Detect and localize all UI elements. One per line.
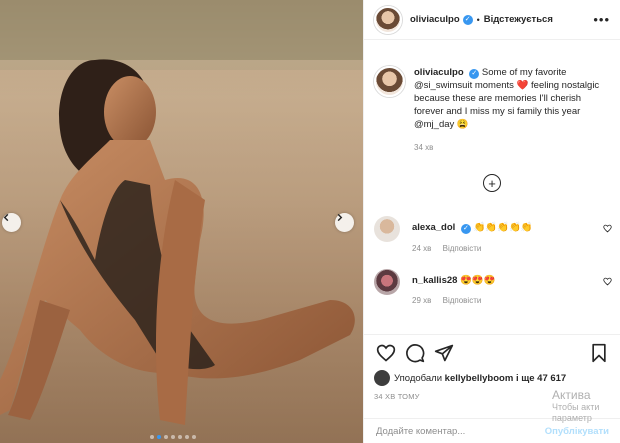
verified-badge-icon: ✓ [462, 14, 473, 25]
post-caption: oliviaculpo ✓ Some of my favorite @si_sw… [364, 40, 620, 154]
next-photo-button[interactable] [335, 213, 354, 232]
carousel-dot-active [157, 435, 161, 439]
photo-illustration [0, 0, 363, 443]
following-button[interactable]: Відстежується [484, 14, 553, 25]
comment-time[interactable]: 24 хв [412, 244, 431, 253]
carousel-dot [171, 435, 175, 439]
caption-username[interactable]: oliviaculpo [414, 67, 464, 78]
liker-username[interactable]: kellybellyboom [445, 373, 514, 384]
author-username[interactable]: oliviaculpo [410, 14, 460, 25]
heart-outline-icon[interactable] [603, 224, 612, 233]
verified-badge-icon: ✓ [460, 224, 471, 234]
carousel-indicator [150, 435, 196, 439]
bookmark-save-icon[interactable] [589, 343, 609, 363]
likes-summary: Уподобали kellybellyboom і ще 47 617 [374, 370, 566, 386]
post-photo[interactable] [0, 0, 363, 443]
comment-body: n_kallis28 😍😍😍 29 хв Відповісти [412, 269, 496, 305]
header-separator: • [476, 14, 480, 25]
commenter-username[interactable]: n_kallis28 [412, 275, 457, 286]
liker-avatar[interactable] [374, 370, 390, 386]
comment-body: alexa_dol ✓ 👏👏👏👏👏 24 хв Відповісти [412, 216, 533, 253]
post-header: oliviaculpo ✓ • Відстежується ••• [364, 0, 620, 40]
carousel-dot [150, 435, 154, 439]
plus-circle-icon[interactable]: + [483, 174, 501, 192]
watermark-line-3: параметр [552, 413, 592, 423]
author-avatar[interactable] [374, 5, 402, 34]
carousel-dot [185, 435, 189, 439]
share-paper-plane-icon[interactable] [434, 343, 454, 363]
caption-body: oliviaculpo ✓ Some of my favorite @si_sw… [414, 66, 610, 154]
comment-text: 👏👏👏👏👏 [473, 222, 533, 233]
commenter-username[interactable]: alexa_dol [412, 222, 455, 233]
chevron-left-icon [3, 213, 9, 222]
comment-text: 😍😍😍 [460, 275, 496, 286]
chevron-right-icon [337, 213, 343, 222]
comment-time[interactable]: 29 хв [412, 296, 431, 305]
caption-text: oliviaculpo ✓ Some of my favorite @si_sw… [414, 66, 610, 131]
reply-button[interactable]: Відповісти [443, 296, 482, 305]
carousel-dot [164, 435, 168, 439]
commenter-avatar[interactable] [374, 269, 400, 295]
watermark-line-1: Актива [552, 388, 591, 402]
caption-author-avatar[interactable] [374, 66, 405, 97]
comment-item: alexa_dol ✓ 👏👏👏👏👏 24 хв Відповісти [374, 216, 612, 253]
comment-line: alexa_dol ✓ 👏👏👏👏👏 [412, 222, 533, 234]
carousel-dot [192, 435, 196, 439]
comment-meta: 29 хв Відповісти [412, 296, 496, 305]
post-actions [364, 334, 620, 363]
comment-line: n_kallis28 😍😍😍 [412, 275, 496, 286]
instagram-post: oliviaculpo ✓ • Відстежується ••• olivia… [0, 0, 620, 443]
previous-photo-button[interactable] [2, 213, 21, 232]
carousel-dot [178, 435, 182, 439]
windows-activation-watermark: Актива Чтобы акти параметр [552, 388, 618, 424]
like-heart-icon[interactable] [376, 343, 396, 363]
comment-item: n_kallis28 😍😍😍 29 хв Відповісти [374, 269, 612, 305]
likes-count[interactable]: і ще 47 617 [516, 373, 566, 384]
watermark-line-2: Чтобы акти [552, 402, 600, 412]
load-more-comments: + [364, 174, 620, 192]
comment-bubble-icon[interactable] [405, 343, 425, 363]
more-horizontal-icon[interactable]: ••• [593, 12, 610, 27]
post-timestamp[interactable]: 34 ХВ ТОМУ [374, 392, 420, 401]
heart-emoji: ❤️ [516, 80, 529, 91]
post-side-panel: oliviaculpo ✓ • Відстежується ••• olivia… [363, 0, 620, 443]
heart-outline-icon[interactable] [603, 277, 612, 286]
comment-meta: 24 хв Відповісти [412, 244, 533, 253]
commenter-avatar[interactable] [374, 216, 400, 242]
likes-prefix: Уподобали [394, 372, 443, 384]
caption-time[interactable]: 34 хв [414, 141, 610, 154]
publish-button[interactable]: Опублікувати [545, 426, 609, 437]
weary-emoji: 😩 [456, 119, 469, 130]
verified-badge-icon: ✓ [469, 69, 480, 79]
add-comment-input[interactable] [376, 425, 526, 437]
reply-button[interactable]: Відповісти [443, 244, 482, 253]
